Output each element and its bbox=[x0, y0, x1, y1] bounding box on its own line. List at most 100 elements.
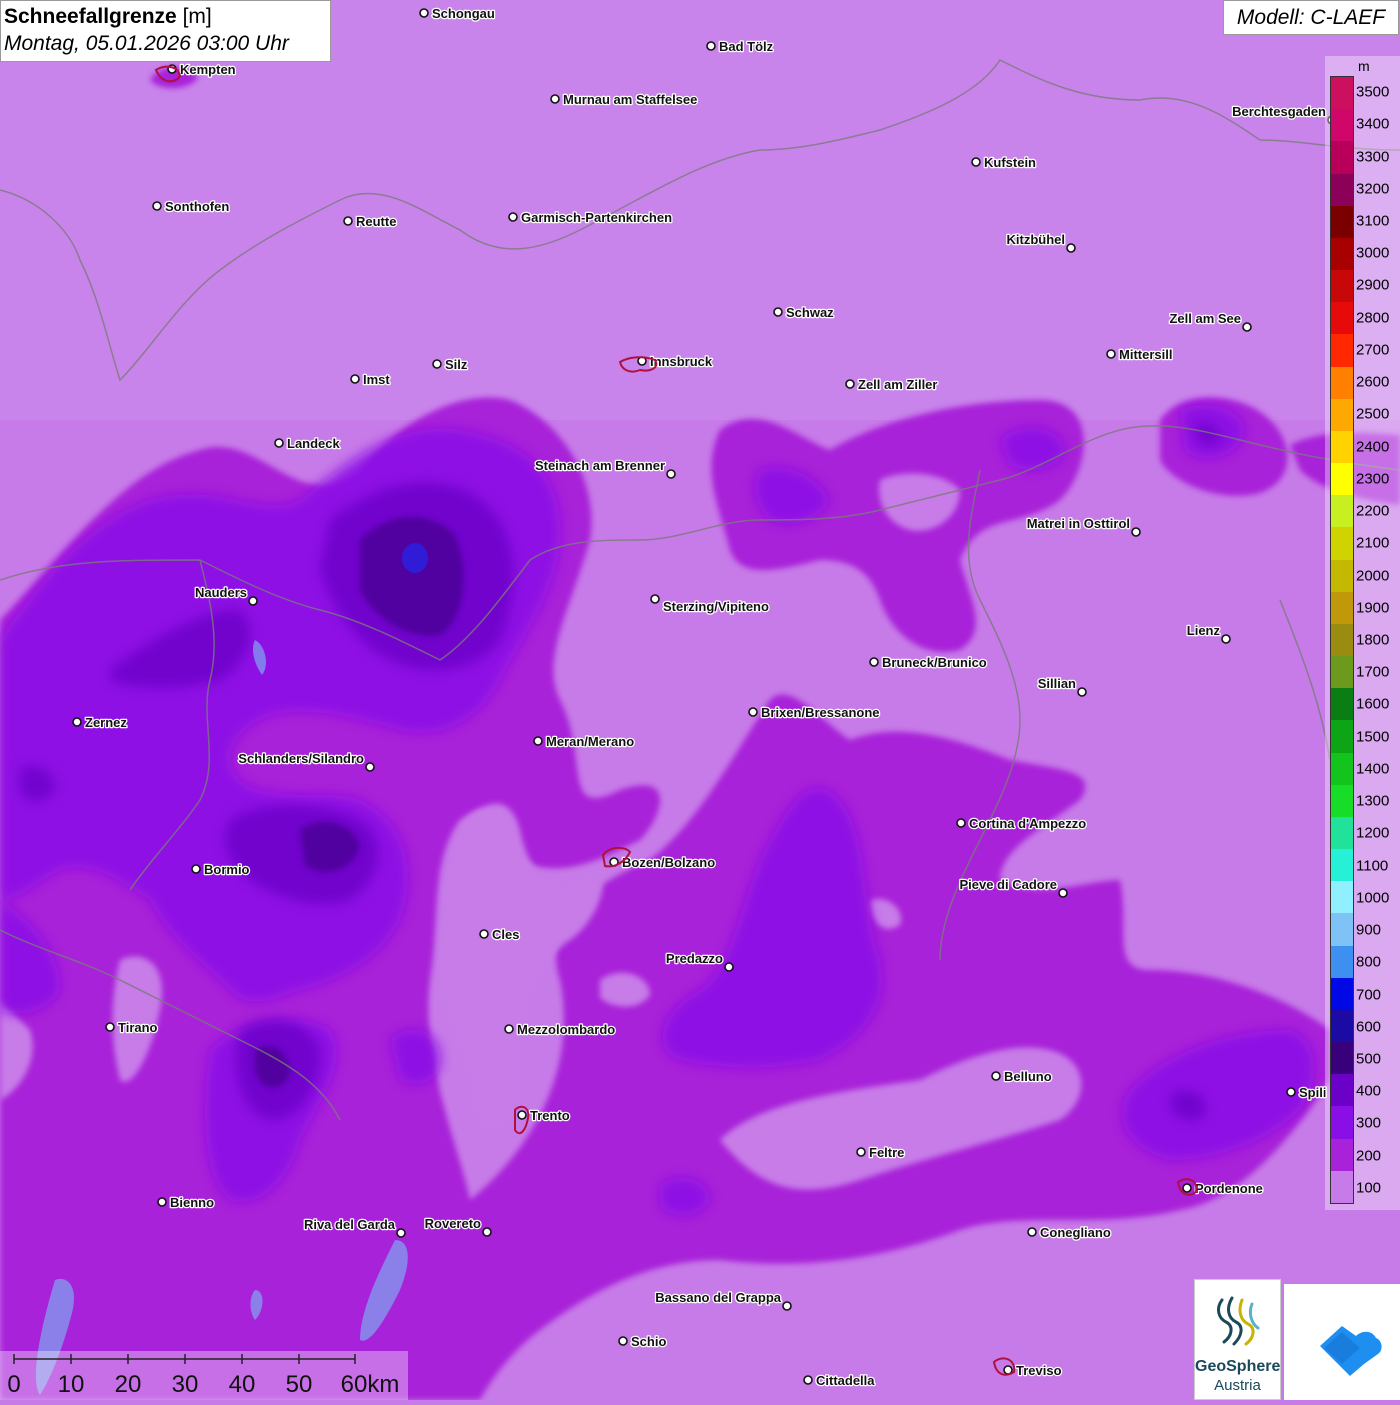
legend-swatch-3400 bbox=[1331, 109, 1353, 142]
city-marker[interactable]: Sonthofen bbox=[152, 198, 231, 215]
legend-colorbar bbox=[1330, 76, 1354, 1204]
city-label: Sillian bbox=[1038, 676, 1076, 691]
legend-swatch-2200 bbox=[1331, 495, 1353, 528]
geosphere-logo[interactable]: GeoSphere Austria bbox=[1194, 1279, 1281, 1400]
city-dot bbox=[1058, 888, 1068, 898]
contour-700m bbox=[402, 543, 428, 573]
city-dot bbox=[72, 717, 82, 727]
city-dot bbox=[1106, 349, 1116, 359]
snowfall-line-map[interactable]: Schongau Bad Tölz Kempten Murnau am Staffel… bbox=[0, 0, 1400, 1400]
city-label: Bozen/Bolzano bbox=[622, 855, 715, 870]
city-dot bbox=[706, 41, 716, 51]
scale-label: 30 bbox=[172, 1371, 199, 1398]
legend-swatch-2100 bbox=[1331, 527, 1353, 560]
city-dot bbox=[350, 374, 360, 384]
city-label: Imst bbox=[363, 372, 390, 387]
city-marker[interactable]: Garmisch-Partenkirchen bbox=[508, 209, 673, 226]
city-label: Reutte bbox=[356, 214, 396, 229]
city-label: Bruneck/Brunico bbox=[882, 655, 987, 670]
app-logo[interactable] bbox=[1284, 1284, 1400, 1400]
city-label: Kempten bbox=[180, 62, 236, 77]
legend-label-1400: 1400 bbox=[1356, 760, 1390, 778]
map-title-box: Schneefallgrenze [m] Montag, 05.01.2026 … bbox=[0, 0, 331, 62]
city-dot bbox=[479, 929, 489, 939]
city-dot bbox=[343, 216, 353, 226]
city-dot bbox=[618, 1336, 628, 1346]
city-marker[interactable]: Murnau am Staffelsee bbox=[550, 91, 699, 108]
legend-swatch-1800 bbox=[1331, 623, 1353, 657]
city-dot bbox=[504, 1024, 514, 1034]
city-label: Garmisch-Partenkirchen bbox=[521, 210, 672, 225]
legend-label-1800: 1800 bbox=[1356, 631, 1390, 649]
legend-label-300: 300 bbox=[1356, 1114, 1382, 1132]
city-label: Brixen/Bressanone bbox=[761, 705, 880, 720]
city-dot bbox=[1131, 527, 1141, 537]
city-marker[interactable]: Zell am Ziller bbox=[845, 376, 939, 393]
city-marker[interactable]: Mezzolombardo bbox=[504, 1021, 617, 1038]
legend-label-400: 400 bbox=[1356, 1082, 1382, 1100]
city-label: Rovereto bbox=[425, 1216, 481, 1231]
city-dot bbox=[782, 1301, 792, 1311]
city-label: Kitzbühel bbox=[1007, 232, 1066, 247]
city-label: Mezzolombardo bbox=[517, 1022, 615, 1037]
scale-label: 10 bbox=[58, 1371, 85, 1398]
legend-label-1200: 1200 bbox=[1356, 824, 1390, 842]
city-marker[interactable]: Schongau bbox=[419, 5, 496, 22]
legend-swatch-2900 bbox=[1331, 270, 1353, 303]
legend-swatch-2400 bbox=[1331, 430, 1353, 464]
legend-label-1500: 1500 bbox=[1356, 728, 1390, 746]
city-label: Silz bbox=[445, 357, 468, 372]
scale-bar: 0 10 20 30 40 50 60km bbox=[0, 1351, 408, 1400]
city-label: Bormio bbox=[204, 862, 250, 877]
city-label: Nauders bbox=[195, 585, 247, 600]
legend-label-2200: 2200 bbox=[1356, 502, 1390, 520]
city-label: Sterzing/Vipiteno bbox=[663, 599, 769, 614]
scale-label: 60km bbox=[341, 1371, 400, 1398]
legend-label-2700: 2700 bbox=[1356, 341, 1390, 359]
city-label: Pieve di Cadore bbox=[959, 877, 1057, 892]
map-datetime: Montag, 05.01.2026 03:00 Uhr bbox=[4, 32, 289, 55]
legend-label-2800: 2800 bbox=[1356, 309, 1390, 327]
legend-label-1900: 1900 bbox=[1356, 599, 1390, 617]
city-dot bbox=[1286, 1087, 1296, 1097]
city-dot bbox=[248, 596, 258, 606]
legend-swatch-1000 bbox=[1331, 881, 1353, 914]
legend-label-600: 600 bbox=[1356, 1018, 1382, 1036]
city-marker[interactable]: Brixen/Bressanone bbox=[748, 704, 881, 721]
city-marker[interactable]: Innsbruck bbox=[637, 353, 714, 370]
legend-swatch-1900 bbox=[1331, 591, 1353, 624]
legend-label-2100: 2100 bbox=[1356, 534, 1390, 552]
scale-bar-graphic: 0 10 20 30 40 50 60km bbox=[7, 1354, 400, 1398]
city-label: Riva del Garda bbox=[304, 1217, 396, 1232]
city-dot bbox=[432, 359, 442, 369]
legend-swatch-2500 bbox=[1331, 398, 1353, 431]
city-marker[interactable]: Meran/Merano bbox=[533, 733, 635, 750]
legend-label-3000: 3000 bbox=[1356, 244, 1390, 262]
legend-label-200: 200 bbox=[1356, 1147, 1382, 1165]
city-label: Cles bbox=[492, 927, 519, 942]
geosphere-sub: Austria bbox=[1214, 1377, 1261, 1394]
legend-label-900: 900 bbox=[1356, 921, 1382, 939]
city-label: Bad Tölz bbox=[719, 39, 774, 54]
city-dot bbox=[517, 1110, 527, 1120]
city-dot bbox=[365, 762, 375, 772]
legend-label-3200: 3200 bbox=[1356, 180, 1390, 198]
city-dot bbox=[482, 1227, 492, 1237]
legend-label-2000: 2000 bbox=[1356, 567, 1390, 585]
legend-swatch-2300 bbox=[1331, 463, 1353, 496]
city-label: Spili bbox=[1299, 1085, 1326, 1100]
city-marker[interactable]: Conegliano bbox=[1027, 1224, 1112, 1241]
city-dot bbox=[748, 707, 758, 717]
legend-label-500: 500 bbox=[1356, 1050, 1382, 1068]
city-marker[interactable]: Cortina d'Ampezzo bbox=[956, 815, 1088, 832]
city-label: Treviso bbox=[1016, 1363, 1062, 1378]
legend-swatch-900 bbox=[1331, 913, 1353, 946]
city-marker[interactable]: Bruneck/Brunico bbox=[869, 654, 988, 671]
city-label: Zell am Ziller bbox=[858, 377, 937, 392]
legend-label-800: 800 bbox=[1356, 953, 1382, 971]
city-label: Bienno bbox=[170, 1195, 214, 1210]
map-title-unit: [m] bbox=[182, 5, 212, 28]
legend-label-3100: 3100 bbox=[1356, 212, 1390, 230]
city-label: Zernez bbox=[85, 715, 127, 730]
city-dot bbox=[956, 818, 966, 828]
